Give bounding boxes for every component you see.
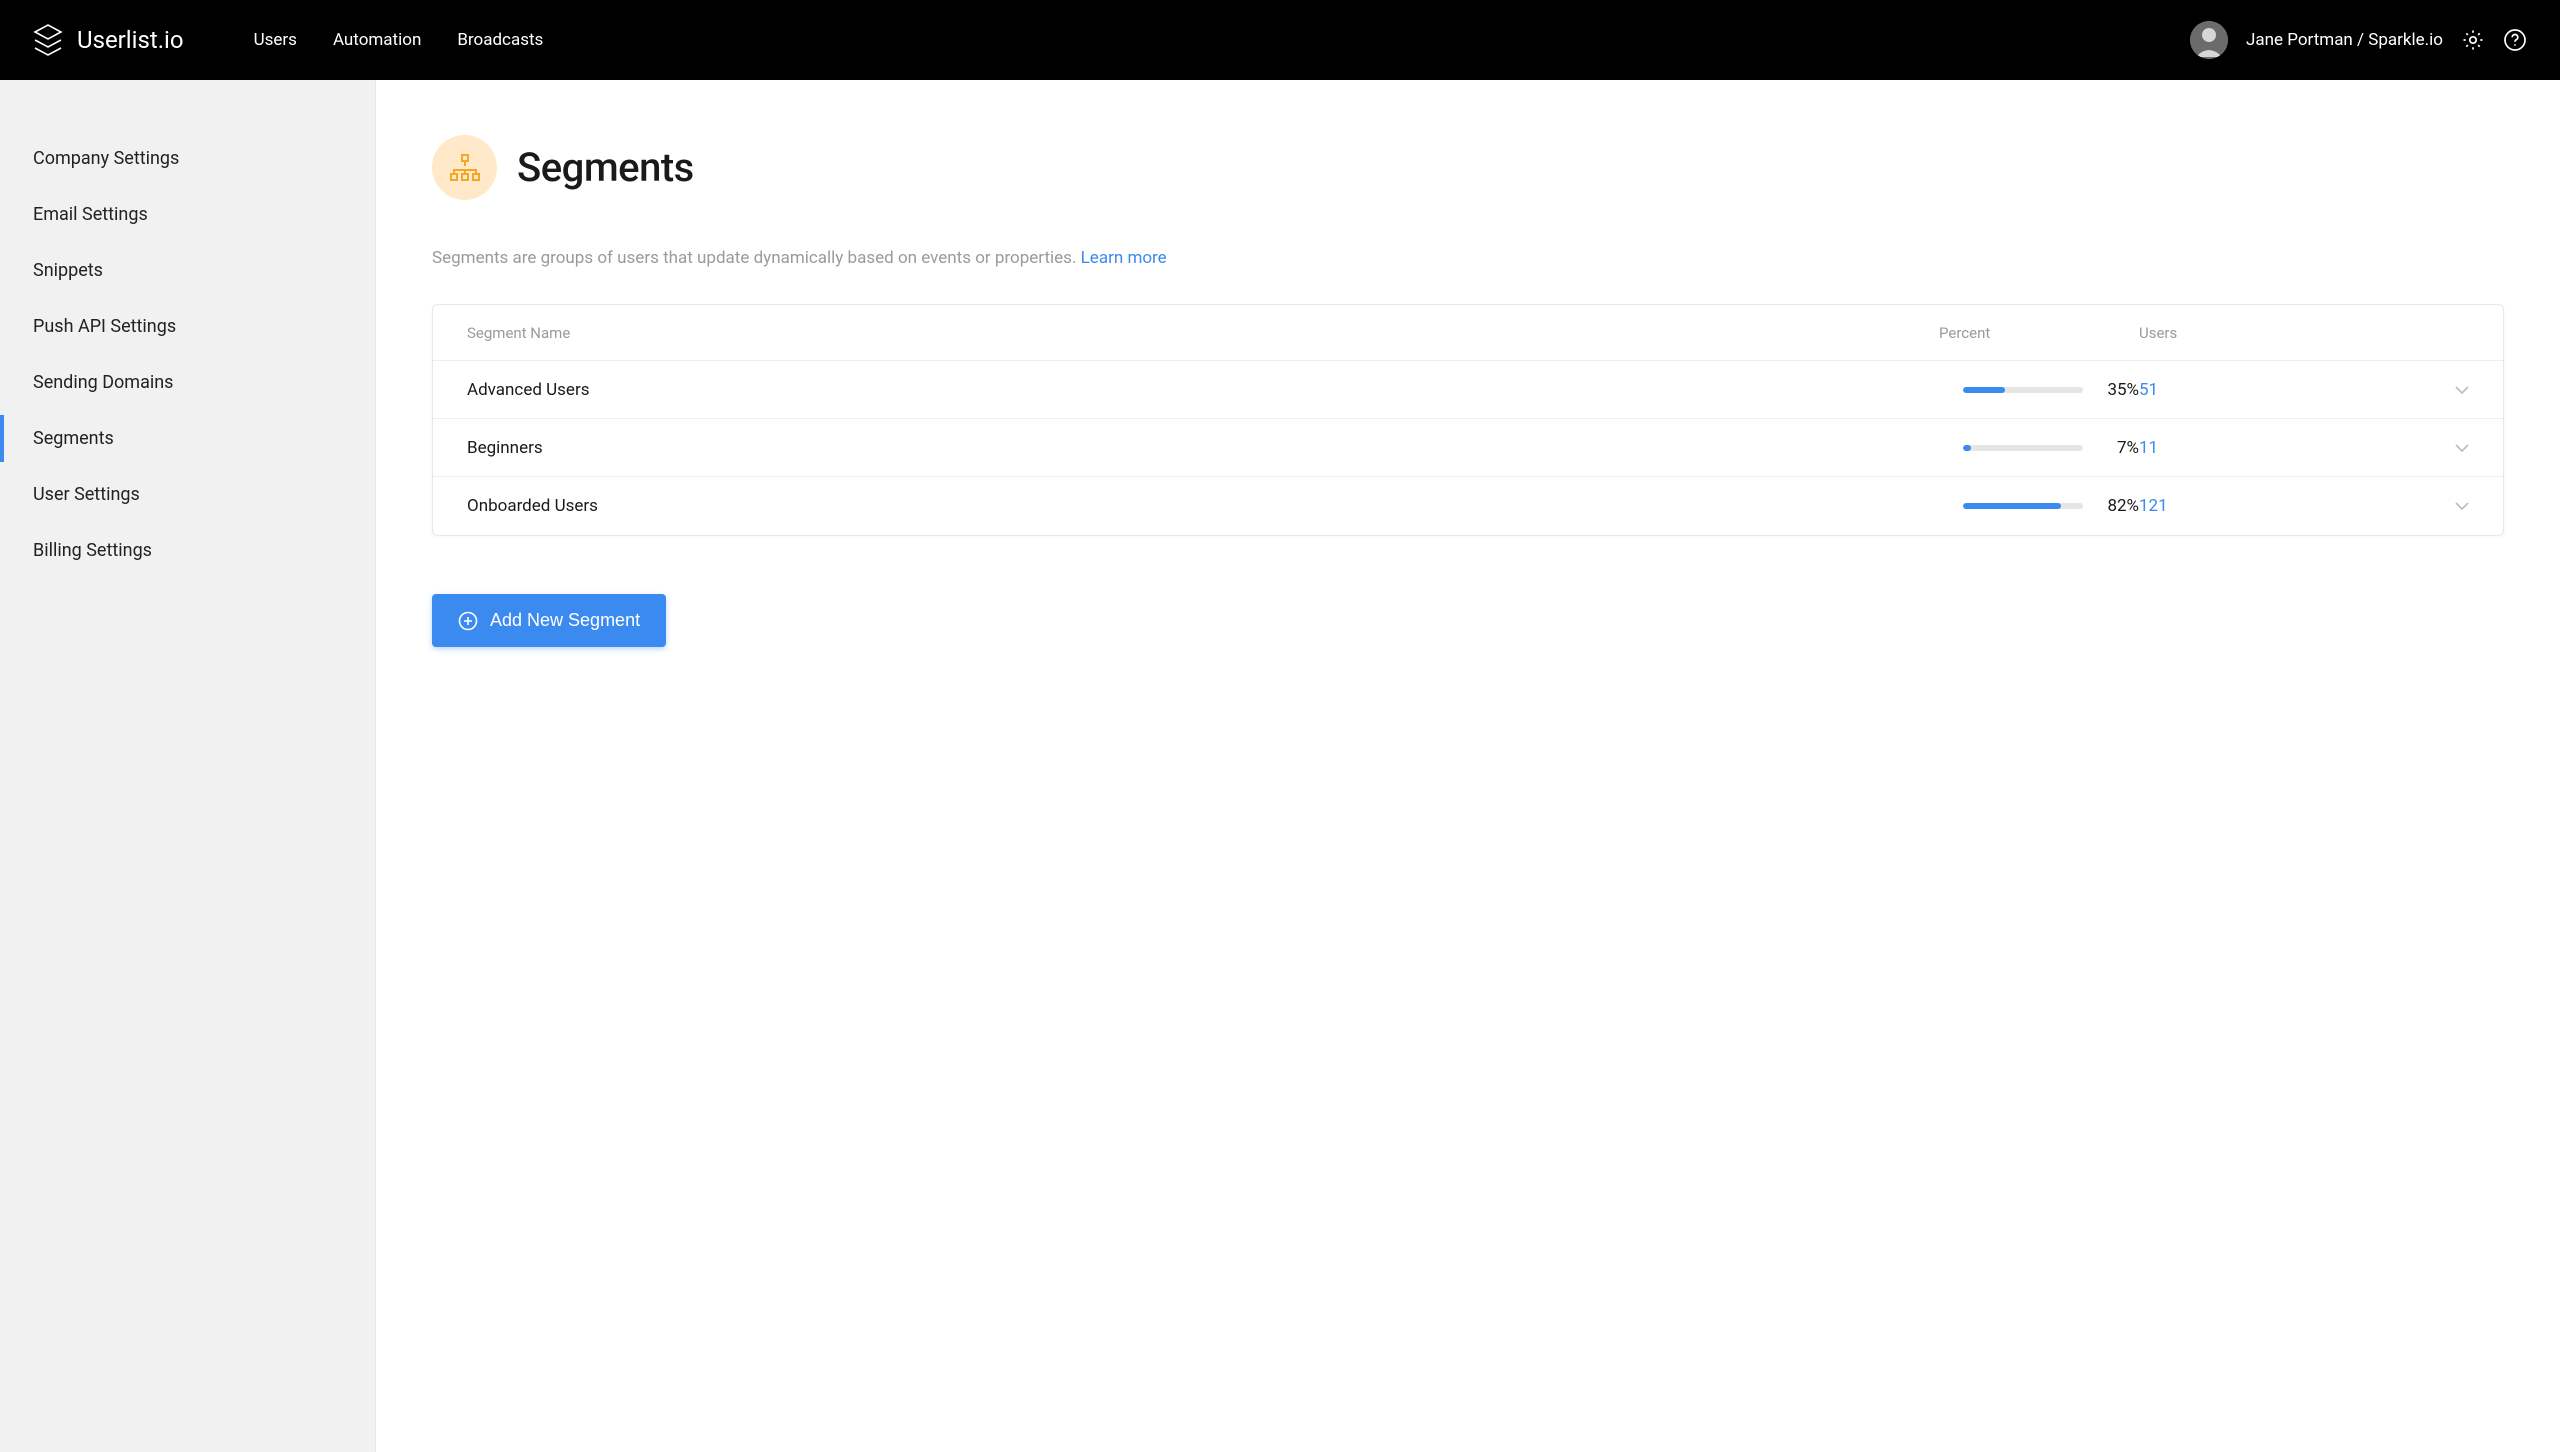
page-title: Segments bbox=[517, 144, 694, 191]
col-header-percent: Percent bbox=[1939, 324, 2139, 342]
segment-users: 51 bbox=[2139, 380, 2409, 400]
sidebar-item-billing-settings[interactable]: Billing Settings bbox=[0, 527, 375, 574]
nav-automation[interactable]: Automation bbox=[333, 30, 421, 50]
nav-broadcasts[interactable]: Broadcasts bbox=[457, 30, 543, 50]
plus-circle-icon bbox=[458, 611, 478, 631]
user-label[interactable]: Jane Portman / Sparkle.io bbox=[2246, 30, 2443, 50]
progress-bar bbox=[1963, 503, 2083, 509]
chevron-down-icon[interactable] bbox=[2455, 496, 2469, 516]
header-right: Jane Portman / Sparkle.io bbox=[2190, 21, 2527, 59]
segments-table: Segment Name Percent Users Advanced User… bbox=[432, 304, 2504, 536]
page-header: Segments bbox=[432, 135, 2504, 200]
nav: Users Automation Broadcasts bbox=[254, 30, 544, 50]
description-text: Segments are groups of users that update… bbox=[432, 248, 1081, 268]
table-header: Segment Name Percent Users bbox=[433, 305, 2503, 361]
users-link[interactable]: 51 bbox=[2139, 380, 2158, 400]
gear-icon[interactable] bbox=[2461, 28, 2485, 52]
learn-more-link[interactable]: Learn more bbox=[1081, 248, 1167, 268]
logo-icon bbox=[33, 23, 63, 57]
percent-label: 82% bbox=[2099, 496, 2139, 516]
sidebar-item-sending-domains[interactable]: Sending Domains bbox=[0, 359, 375, 406]
add-segment-button[interactable]: Add New Segment bbox=[432, 594, 666, 647]
table-row[interactable]: Beginners 7% 11 bbox=[433, 419, 2503, 477]
nav-users[interactable]: Users bbox=[254, 30, 297, 50]
segment-percent: 7% bbox=[1939, 438, 2139, 458]
sidebar-item-push-api-settings[interactable]: Push API Settings bbox=[0, 303, 375, 350]
segment-name: Beginners bbox=[467, 438, 1939, 458]
segments-icon bbox=[432, 135, 497, 200]
chevron-down-icon[interactable] bbox=[2455, 380, 2469, 400]
segment-users: 11 bbox=[2139, 438, 2409, 458]
layout: Company Settings Email Settings Snippets Pu… bbox=[0, 80, 2560, 1452]
users-link[interactable]: 11 bbox=[2139, 438, 2158, 458]
brand-name: Userlist.io bbox=[77, 26, 184, 54]
table-row[interactable]: Onboarded Users 82% 121 bbox=[433, 477, 2503, 535]
segment-name: Advanced Users bbox=[467, 380, 1939, 400]
sidebar-item-company-settings[interactable]: Company Settings bbox=[0, 135, 375, 182]
sidebar-item-snippets[interactable]: Snippets bbox=[0, 247, 375, 294]
header: Userlist.io Users Automation Broadcasts … bbox=[0, 0, 2560, 80]
sidebar: Company Settings Email Settings Snippets Pu… bbox=[0, 80, 376, 1452]
main: Segments Segments are groups of users th… bbox=[376, 80, 2560, 1452]
percent-label: 7% bbox=[2099, 438, 2139, 458]
col-header-users: Users bbox=[2139, 324, 2409, 342]
logo[interactable]: Userlist.io bbox=[33, 23, 184, 57]
page-description: Segments are groups of users that update… bbox=[432, 248, 2504, 268]
segment-name: Onboarded Users bbox=[467, 496, 1939, 516]
avatar[interactable] bbox=[2190, 21, 2228, 59]
segment-users: 121 bbox=[2139, 496, 2409, 516]
add-segment-label: Add New Segment bbox=[490, 610, 640, 631]
segment-percent: 82% bbox=[1939, 496, 2139, 516]
col-header-name: Segment Name bbox=[467, 324, 1939, 342]
percent-label: 35% bbox=[2099, 380, 2139, 400]
chevron-down-icon[interactable] bbox=[2455, 438, 2469, 458]
table-row[interactable]: Advanced Users 35% 51 bbox=[433, 361, 2503, 419]
sidebar-item-segments[interactable]: Segments bbox=[0, 415, 375, 462]
progress-bar bbox=[1963, 445, 2083, 451]
progress-bar bbox=[1963, 387, 2083, 393]
sidebar-item-email-settings[interactable]: Email Settings bbox=[0, 191, 375, 238]
sidebar-item-user-settings[interactable]: User Settings bbox=[0, 471, 375, 518]
users-link[interactable]: 121 bbox=[2139, 496, 2168, 516]
help-icon[interactable] bbox=[2503, 28, 2527, 52]
segment-percent: 35% bbox=[1939, 380, 2139, 400]
